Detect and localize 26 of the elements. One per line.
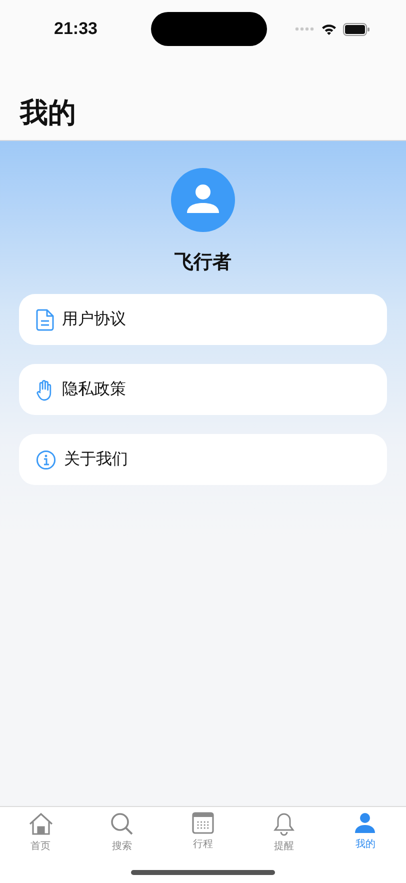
bell-icon <box>273 812 296 836</box>
signal-icon <box>294 27 315 31</box>
avatar-icon <box>171 168 235 232</box>
page-title: 我的 <box>20 95 76 131</box>
search-icon <box>110 812 134 836</box>
menu-item[interactable]: 关于我们 <box>19 434 387 485</box>
menu-label: 关于我们 <box>64 449 128 470</box>
tab[interactable]: 搜索 <box>81 812 162 853</box>
user-name: 飞行者 <box>174 250 232 275</box>
calendar-icon <box>192 812 214 834</box>
tab[interactable]: 行程 <box>162 812 244 851</box>
menu-label: 隐私政策 <box>62 379 126 400</box>
info-icon <box>36 450 56 470</box>
tab[interactable]: 我的 <box>324 812 406 851</box>
menu-label: 用户协议 <box>62 309 126 330</box>
home-icon <box>28 812 54 836</box>
battery-icon <box>342 22 370 36</box>
hand-icon <box>36 378 54 400</box>
person-icon <box>354 812 376 834</box>
tab[interactable]: 首页 <box>0 812 82 853</box>
menu-item[interactable]: 隐私政策 <box>19 364 387 415</box>
wifi-icon <box>320 23 337 35</box>
tab[interactable]: 提醒 <box>244 812 325 853</box>
status-time: 21:33 <box>54 19 98 39</box>
document-icon <box>36 308 54 330</box>
menu-item[interactable]: 用户协议 <box>19 294 387 345</box>
